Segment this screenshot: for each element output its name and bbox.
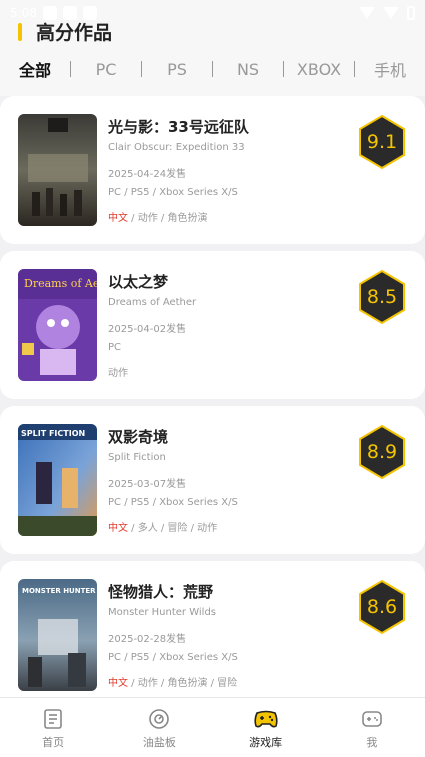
platforms: PC xyxy=(108,342,122,353)
tab-all[interactable]: 全部 xyxy=(0,57,70,81)
nav-label: 油盐板 xyxy=(142,736,176,749)
score-badge: 8.5 xyxy=(357,269,407,325)
nav-me[interactable]: 我 xyxy=(319,698,425,757)
platform-tabs: 全部 PC PS NS XBOX 手机 xyxy=(0,56,425,82)
tab-xbox[interactable]: XBOX xyxy=(284,60,354,79)
gamepad-icon xyxy=(254,710,278,728)
game-title: 以太之梦 xyxy=(108,273,169,291)
platforms: PC / PS5 / Xbox Series X/S xyxy=(108,187,238,198)
tab-mobile[interactable]: 手机 xyxy=(355,57,425,81)
cover-logo-text: MONSTER HUNTER xyxy=(22,587,96,595)
tab-pc[interactable]: PC xyxy=(71,60,141,79)
score-value: 8.6 xyxy=(366,596,398,618)
genre-text: / 动作 / 角色扮演 / 冒险 xyxy=(128,678,238,689)
genre-tags: 动作 xyxy=(108,364,128,379)
score-value: 8.5 xyxy=(366,286,398,308)
tab-ps[interactable]: PS xyxy=(142,60,212,79)
genre-tags: 中文 / 动作 / 角色扮演 xyxy=(108,209,207,224)
game-title: 双影奇境 xyxy=(108,428,169,446)
game-english-title: Clair Obscur: Expedition 33 xyxy=(108,142,245,153)
release-date: 2025-02-28发售 xyxy=(108,634,187,645)
game-card[interactable]: MONSTER HUNTER 怪物猎人：荒野 Monster Hunter Wi… xyxy=(0,561,425,709)
nav-game-library[interactable]: 游戏库 xyxy=(213,698,319,757)
tab-ns[interactable]: NS xyxy=(213,60,283,79)
genre-tags: 中文 / 多人 / 冒险 / 动作 xyxy=(108,519,217,534)
genre-text: 动作 xyxy=(108,368,128,379)
game-card[interactable]: Dreams of Aether 以太之梦 Dreams of Aether 2… xyxy=(0,251,425,399)
genre-text: / 多人 / 冒险 / 动作 xyxy=(128,523,218,534)
platforms: PC / PS5 / Xbox Series X/S xyxy=(108,652,238,663)
bottom-nav: 首页 油盐板 游戏库 我 xyxy=(0,697,425,757)
game-cover: Dreams of Aether xyxy=(18,269,97,381)
game-title: 怪物猎人：荒野 xyxy=(108,583,214,601)
document-icon xyxy=(44,709,62,729)
score-value: 8.9 xyxy=(366,441,398,463)
game-cover xyxy=(18,114,97,226)
game-cover: MONSTER HUNTER xyxy=(18,579,97,691)
genre-tags: 中文 / 动作 / 角色扮演 / 冒险 xyxy=(108,674,237,689)
cover-logo-text: SPLIT FICTION xyxy=(21,429,85,438)
game-english-title: Monster Hunter Wilds xyxy=(108,607,216,618)
release-date: 2025-04-02发售 xyxy=(108,324,187,335)
header: 5:08 高分作品 全部 PC PS NS XBOX 手机 xyxy=(0,0,425,96)
title-row: 高分作品 xyxy=(18,18,112,45)
release-date: 2025-04-24发售 xyxy=(108,169,187,180)
game-cover: SPLIT FICTION xyxy=(18,424,97,536)
nav-label: 首页 xyxy=(42,736,65,749)
score-badge: 9.1 xyxy=(357,114,407,170)
signal-icon xyxy=(383,7,399,19)
score-value: 9.1 xyxy=(366,131,398,153)
page-title: 高分作品 xyxy=(36,22,113,44)
nav-label: 我 xyxy=(366,736,378,749)
nav-label: 游戏库 xyxy=(249,736,283,749)
game-english-title: Dreams of Aether xyxy=(108,297,197,308)
release-date: 2025-03-07发售 xyxy=(108,479,187,490)
cover-logo-text: Dreams of Aether xyxy=(24,277,97,290)
language-tag: 中文 xyxy=(108,213,128,224)
genre-text: / 动作 / 角色扮演 xyxy=(128,213,208,224)
language-tag: 中文 xyxy=(108,523,128,534)
title-accent-bar xyxy=(18,22,22,41)
language-tag: 中文 xyxy=(108,678,128,689)
game-card[interactable]: SPLIT FICTION 双影奇境 Split Fiction 2025-03… xyxy=(0,406,425,554)
game-card[interactable]: 光与影：33号远征队 Clair Obscur: Expedition 33 2… xyxy=(0,96,425,244)
platforms: PC / PS5 / Xbox Series X/S xyxy=(108,497,238,508)
score-badge: 8.9 xyxy=(357,424,407,480)
wifi-icon xyxy=(359,7,375,19)
controller-profile-icon xyxy=(362,711,382,727)
nav-board[interactable]: 油盐板 xyxy=(106,698,212,757)
game-title: 光与影：33号远征队 xyxy=(108,118,249,136)
game-english-title: Split Fiction xyxy=(108,452,166,463)
nav-home[interactable]: 首页 xyxy=(0,698,106,757)
battery-icon xyxy=(407,6,415,20)
status-system-icons xyxy=(359,6,415,20)
score-badge: 8.6 xyxy=(357,579,407,635)
dial-icon xyxy=(149,709,170,729)
